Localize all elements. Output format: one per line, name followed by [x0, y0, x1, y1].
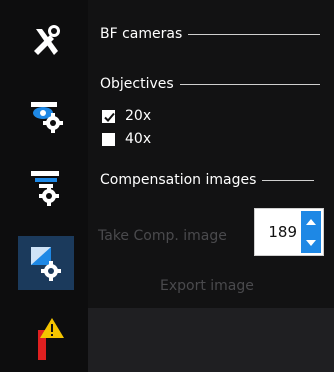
section-compensation-images: Compensation images — [100, 172, 315, 188]
section-title-bf-cameras: BF cameras — [100, 26, 183, 42]
chevron-up-icon — [306, 218, 316, 225]
sidebar-item-objective-settings[interactable] — [18, 160, 74, 214]
objective-20x-row[interactable]: 20x — [102, 107, 151, 125]
section-objectives: Objectives — [100, 76, 320, 92]
chevron-down-icon — [306, 239, 316, 246]
warning-icon — [38, 318, 64, 360]
objective-20x-checkbox[interactable] — [102, 109, 115, 123]
checkmark-icon — [104, 112, 115, 122]
comp-image-count-stepper[interactable]: 189 — [254, 208, 324, 256]
stepper-down-button[interactable] — [301, 232, 321, 253]
section-bf-cameras: BF cameras — [100, 26, 321, 42]
objective-40x-label: 40x — [125, 131, 152, 147]
tools-icon — [34, 25, 60, 55]
export-image-button[interactable]: Export image — [160, 278, 254, 294]
take-comp-image-label: Take Comp. image — [98, 228, 227, 244]
stepper-value[interactable]: 189 — [261, 223, 297, 241]
camera-settings-icon — [31, 102, 63, 133]
stepper-up-button[interactable] — [301, 211, 321, 232]
sidebar-item-tools[interactable] — [18, 14, 74, 68]
objective-40x-checkbox[interactable] — [102, 132, 115, 146]
objective-20x-label: 20x — [125, 108, 152, 124]
divider — [179, 83, 320, 85]
objective-40x-row[interactable]: 40x — [102, 130, 151, 148]
divider — [188, 33, 321, 35]
section-title-objectives: Objectives — [100, 76, 174, 92]
sidebar-item-warning[interactable] — [18, 312, 74, 366]
sidebar-item-image-settings[interactable] — [18, 236, 74, 290]
settings-panel: BF cameras Objectives 20x 40x Compensati… — [88, 0, 334, 308]
sidebar-item-camera-settings[interactable] — [18, 88, 74, 142]
image-settings-icon — [31, 247, 61, 281]
sidebar — [0, 0, 88, 372]
section-title-compensation-images: Compensation images — [100, 172, 257, 188]
divider — [262, 179, 315, 181]
objective-settings-icon — [31, 171, 59, 206]
